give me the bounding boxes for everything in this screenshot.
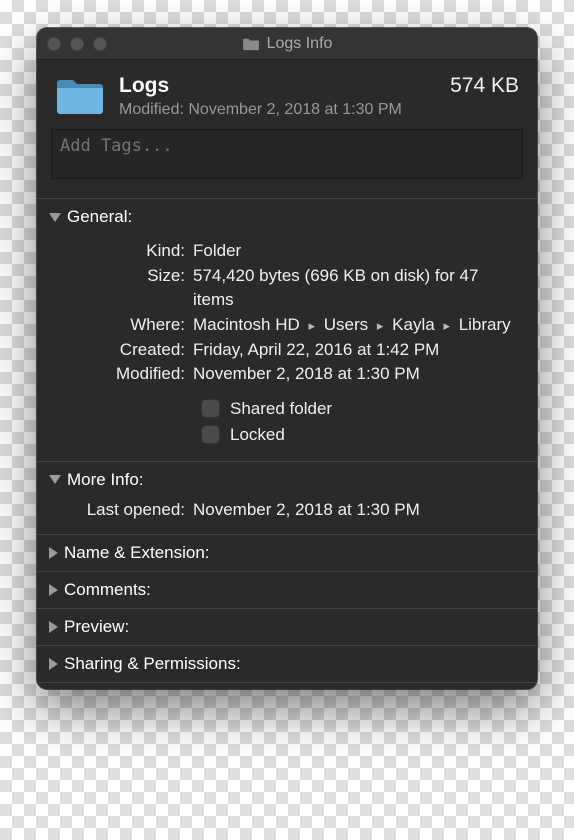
window-title: Logs Info — [267, 35, 333, 53]
chevron-down-icon — [49, 475, 61, 484]
label-created: Created: — [55, 338, 193, 363]
value-last-opened: November 2, 2018 at 1:30 PM — [193, 500, 420, 520]
folder-icon — [242, 37, 260, 51]
info-row-modified: Modified: November 2, 2018 at 1:30 PM — [55, 362, 519, 387]
chevron-right-icon — [49, 584, 58, 596]
label-size: Size: — [55, 264, 193, 289]
chevron-right-icon — [49, 621, 58, 633]
item-size: 574 KB — [450, 74, 519, 98]
info-row-size: Size: 574,420 bytes (696 KB on disk) for… — [55, 264, 519, 313]
section-name-extension: Name & Extension: — [37, 534, 537, 571]
label-kind: Kind: — [55, 239, 193, 264]
info-row-created: Created: Friday, April 22, 2016 at 1:42 … — [55, 338, 519, 363]
shared-folder-label: Shared folder — [230, 399, 332, 419]
section-header-more-info[interactable]: More Info: — [37, 462, 537, 498]
section-preview: Preview: — [37, 608, 537, 645]
section-header-comments[interactable]: Comments: — [37, 572, 537, 608]
label-where: Where: — [55, 313, 193, 338]
section-general: General: Kind: Folder Size: 574,420 byte… — [37, 198, 537, 461]
label-modified: Modified: — [55, 362, 193, 387]
minimize-button[interactable] — [70, 37, 84, 51]
info-row-kind: Kind: Folder — [55, 239, 519, 264]
info-window: Logs Info Logs 574 KB Modified: November… — [37, 28, 537, 689]
section-title: Comments: — [64, 580, 151, 600]
locked-checkbox[interactable] — [201, 425, 220, 444]
value-size: 574,420 bytes (696 KB on disk) for 47 it… — [193, 264, 519, 313]
section-more-info: More Info: Last opened: November 2, 2018… — [37, 461, 537, 534]
header: Logs 574 KB Modified: November 2, 2018 a… — [37, 60, 537, 129]
section-title: General: — [67, 207, 132, 227]
locked-label: Locked — [230, 425, 285, 445]
section-title: More Info: — [67, 470, 144, 490]
section-title: Preview: — [64, 617, 129, 637]
path-separator-icon: ▸ — [377, 318, 384, 333]
locked-row: Locked — [201, 425, 519, 445]
modified-summary: Modified: November 2, 2018 at 1:30 PM — [119, 101, 519, 119]
zoom-button[interactable] — [93, 37, 107, 51]
shared-folder-checkbox[interactable] — [201, 399, 220, 418]
info-row-last-opened: Last opened: November 2, 2018 at 1:30 PM — [55, 500, 519, 520]
section-header-sharing[interactable]: Sharing & Permissions: — [37, 646, 537, 682]
shared-folder-row: Shared folder — [201, 399, 519, 419]
titlebar[interactable]: Logs Info — [37, 28, 537, 60]
section-sharing-permissions: Sharing & Permissions: — [37, 645, 537, 683]
chevron-down-icon — [49, 213, 61, 222]
value-where: Macintosh HD ▸ Users ▸ Kayla ▸ Library — [193, 313, 519, 338]
traffic-lights — [47, 37, 107, 51]
path-separator-icon: ▸ — [309, 318, 316, 333]
section-title: Sharing & Permissions: — [64, 654, 241, 674]
section-header-general[interactable]: General: — [37, 199, 537, 235]
path-separator-icon: ▸ — [443, 318, 450, 333]
folder-icon — [55, 77, 105, 117]
value-created: Friday, April 22, 2016 at 1:42 PM — [193, 338, 519, 363]
section-title: Name & Extension: — [64, 543, 210, 563]
info-row-where: Where: Macintosh HD ▸ Users ▸ Kayla ▸ Li… — [55, 313, 519, 338]
item-name: Logs — [119, 74, 169, 98]
section-comments: Comments: — [37, 571, 537, 608]
section-header-name-extension[interactable]: Name & Extension: — [37, 535, 537, 571]
value-kind: Folder — [193, 239, 519, 264]
label-last-opened: Last opened: — [55, 500, 193, 520]
section-header-preview[interactable]: Preview: — [37, 609, 537, 645]
tags-input[interactable] — [51, 129, 523, 179]
chevron-right-icon — [49, 547, 58, 559]
value-modified: November 2, 2018 at 1:30 PM — [193, 362, 519, 387]
close-button[interactable] — [47, 37, 61, 51]
chevron-right-icon — [49, 658, 58, 670]
